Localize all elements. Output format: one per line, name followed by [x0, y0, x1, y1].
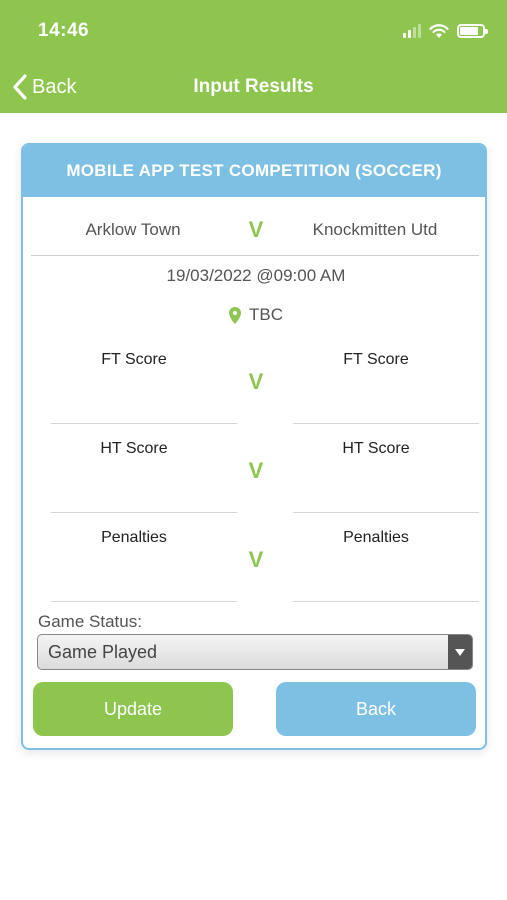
versus-label: V [248, 217, 264, 242]
game-status-select[interactable]: Game Played [37, 634, 473, 670]
status-time: 14:46 [38, 20, 90, 41]
results-card: MOBILE APP TEST COMPETITION (SOCCER) Ark… [21, 143, 487, 750]
home-team-name: Arklow Town [85, 220, 181, 239]
wifi-icon [429, 23, 449, 38]
competition-header: MOBILE APP TEST COMPETITION (SOCCER) [23, 145, 485, 197]
home-ht-score-label: HT Score [100, 440, 168, 457]
home-ft-score-label: FT Score [101, 351, 167, 368]
back-button[interactable]: Back [276, 682, 476, 736]
match-venue: TBC [23, 305, 485, 325]
app-header: 14:46 Back Input Results [0, 0, 507, 113]
battery-icon [457, 24, 488, 38]
away-ht-score-label: HT Score [342, 440, 410, 457]
update-button[interactable]: Update [33, 682, 233, 736]
page-title: Input Results [193, 76, 314, 97]
divider [31, 255, 479, 256]
away-team-name: Knockmitten Utd [312, 220, 438, 239]
competition-title: MOBILE APP TEST COMPETITION (SOCCER) [66, 161, 442, 180]
signal-icon [403, 24, 421, 38]
home-penalties-input[interactable] [51, 601, 237, 602]
penalties-versus-label: V [248, 547, 264, 572]
match-datetime: 19/03/2022 @09:00 AM [166, 266, 346, 285]
venue-text: TBC [249, 305, 283, 324]
game-status-value: Game Played [48, 641, 158, 662]
away-ft-score-input[interactable] [293, 423, 479, 424]
caret-down-icon [448, 635, 472, 669]
away-penalties-input[interactable] [293, 601, 479, 602]
home-ft-score-input[interactable] [51, 423, 237, 424]
game-status-label: Game Status: [38, 612, 142, 631]
away-penalties-label: Penalties [343, 529, 409, 546]
map-pin-icon [229, 306, 241, 324]
home-ht-score-input[interactable] [51, 512, 237, 513]
ft-versus-label: V [248, 369, 264, 394]
away-ft-score-label: FT Score [343, 351, 409, 368]
ht-versus-label: V [248, 458, 264, 483]
home-penalties-label: Penalties [101, 529, 167, 546]
status-icons [403, 22, 488, 40]
away-ht-score-input[interactable] [293, 512, 479, 513]
